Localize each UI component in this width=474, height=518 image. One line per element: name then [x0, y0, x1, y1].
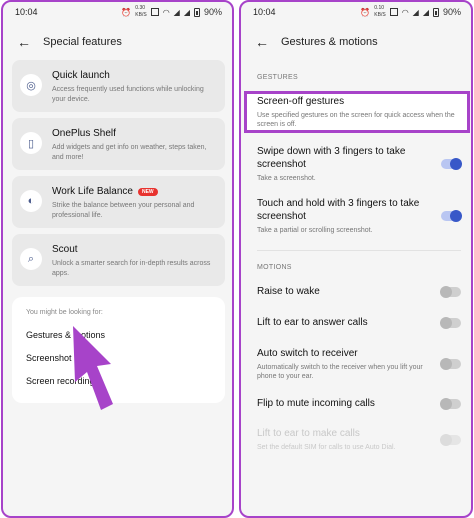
status-time: 10:04 — [15, 7, 38, 17]
nfc-icon — [389, 8, 398, 16]
oneplus-shelf-card[interactable]: ▯ OnePlus Shelf Add widgets and get info… — [12, 118, 225, 170]
card-title: Work Life Balance — [52, 186, 133, 197]
left-screen: 10:04 ⏰ 0.30 KB/S ◠ ◢ ◢ 90% ← Special fe… — [1, 0, 234, 518]
flip-to-mute-row[interactable]: Flip to mute incoming calls — [257, 397, 461, 410]
row-title: Lift to ear to make calls — [257, 428, 360, 439]
auto-switch-receiver-toggle[interactable] — [440, 358, 461, 370]
status-bar: 10:04 ⏰ 0.10 KB/S ◠ ◢ ◢ 90% — [241, 2, 471, 22]
back-arrow-icon[interactable]: ← — [255, 34, 269, 50]
page-title: Special features — [43, 36, 122, 48]
page-title: Gestures & motions — [281, 36, 378, 48]
suggestion-screenshot[interactable]: Screenshot — [26, 353, 211, 376]
touch-hold-3-fingers-row[interactable]: Touch and hold with 3 fingers to take sc… — [257, 197, 462, 235]
new-badge: NEW — [137, 187, 158, 196]
card-subtitle: Access frequently used functions while u… — [52, 86, 204, 103]
divider — [257, 250, 461, 251]
raise-to-wake-toggle[interactable] — [440, 285, 461, 298]
row-title: Touch and hold with 3 fingers to take sc… — [257, 198, 420, 222]
nfc-icon — [150, 8, 159, 16]
alarm-icon: ⏰ — [360, 7, 371, 17]
net-speed: 0.10 KB/S — [374, 5, 386, 18]
suggestion-gestures-motions[interactable]: Gestures & motions — [26, 330, 211, 353]
quick-launch-card[interactable]: ◎ Quick launch Access frequently used fu… — [12, 60, 225, 112]
suggestions-panel: You might be looking for: Gestures & mot… — [12, 297, 225, 403]
row-title: Screen-off gestures — [257, 96, 345, 107]
suggestion-screen-recording[interactable]: Screen recording — [26, 376, 211, 399]
card-subtitle: Strike the balance between your personal… — [52, 202, 195, 219]
battery-percent: 90% — [203, 7, 222, 17]
signal-icon: ◢ — [412, 7, 419, 17]
row-subtitle: Automatically switch to the receiver whe… — [257, 364, 423, 380]
screen-off-gestures-row[interactable]: Screen-off gestures Use specified gestur… — [257, 95, 461, 129]
alarm-icon: ⏰ — [121, 7, 132, 17]
signal-icon: ◢ — [173, 7, 180, 17]
suggestions-hint: You might be looking for: — [26, 309, 103, 316]
row-title: Lift to ear to answer calls — [257, 317, 368, 328]
pointer-arrow-icon — [73, 326, 113, 410]
row-title: Flip to mute incoming calls — [257, 398, 375, 409]
gestures-section-label: GESTURES — [257, 74, 298, 81]
status-time: 10:04 — [253, 7, 276, 17]
swipe-screenshot-toggle[interactable] — [441, 158, 462, 170]
card-title: Scout — [52, 244, 78, 255]
raise-to-wake-row[interactable]: Raise to wake — [257, 285, 461, 298]
auto-switch-receiver-row[interactable]: Auto switch to receiver Automatically sw… — [257, 347, 461, 381]
back-arrow-icon[interactable]: ← — [17, 34, 31, 50]
header: ← Gestures & motions — [241, 22, 471, 62]
card-subtitle: Unlock a smarter search for in-depth res… — [52, 260, 211, 277]
balance-icon: ◐ — [20, 190, 42, 212]
wifi-icon: ◠ — [401, 7, 409, 17]
scout-card[interactable]: ⌕ Scout Unlock a smarter search for in-d… — [12, 234, 225, 286]
card-subtitle: Add widgets and get info on weather, ste… — [52, 144, 207, 161]
row-subtitle: Take a partial or scrolling screenshot. — [257, 227, 373, 234]
lift-to-answer-row[interactable]: Lift to ear to answer calls — [257, 316, 461, 329]
wifi-icon: ◠ — [162, 7, 170, 17]
battery-icon — [193, 7, 200, 17]
row-subtitle: Use specified gestures on the screen for… — [257, 112, 455, 128]
right-screen: 10:04 ⏰ 0.10 KB/S ◠ ◢ ◢ 90% ← Gestures &… — [239, 0, 473, 518]
touch-hold-screenshot-toggle[interactable] — [441, 210, 462, 222]
row-title: Raise to wake — [257, 286, 320, 297]
net-speed: 0.30 KB/S — [135, 5, 147, 18]
swipe-3-fingers-row[interactable]: Swipe down with 3 fingers to take screen… — [257, 145, 462, 183]
status-bar: 10:04 ⏰ 0.30 KB/S ◠ ◢ ◢ 90% — [3, 2, 232, 22]
battery-icon — [432, 7, 439, 17]
fingerprint-icon: ◎ — [20, 74, 42, 96]
search-icon: ⌕ — [20, 248, 42, 270]
card-title: Quick launch — [52, 70, 110, 81]
motions-section-label: MOTIONS — [257, 264, 292, 271]
lift-to-make-calls-toggle — [440, 433, 461, 446]
signal-2-icon: ◢ — [422, 7, 429, 17]
lift-to-make-calls-row: Lift to ear to make calls Set the defaul… — [257, 427, 461, 452]
row-title: Auto switch to receiver — [257, 348, 358, 359]
row-subtitle: Set the default SIM for calls to use Aut… — [257, 444, 396, 451]
work-life-balance-card[interactable]: ◐ Work Life Balance NEW Strike the balan… — [12, 176, 225, 228]
signal-2-icon: ◢ — [183, 7, 190, 17]
lift-to-answer-toggle[interactable] — [440, 316, 461, 329]
row-subtitle: Take a screenshot. — [257, 175, 316, 182]
card-title: OnePlus Shelf — [52, 128, 116, 139]
header: ← Special features — [3, 22, 232, 62]
phone-icon: ▯ — [20, 132, 42, 154]
row-title: Swipe down with 3 fingers to take screen… — [257, 146, 406, 170]
flip-to-mute-toggle[interactable] — [440, 397, 461, 410]
battery-percent: 90% — [442, 7, 461, 17]
